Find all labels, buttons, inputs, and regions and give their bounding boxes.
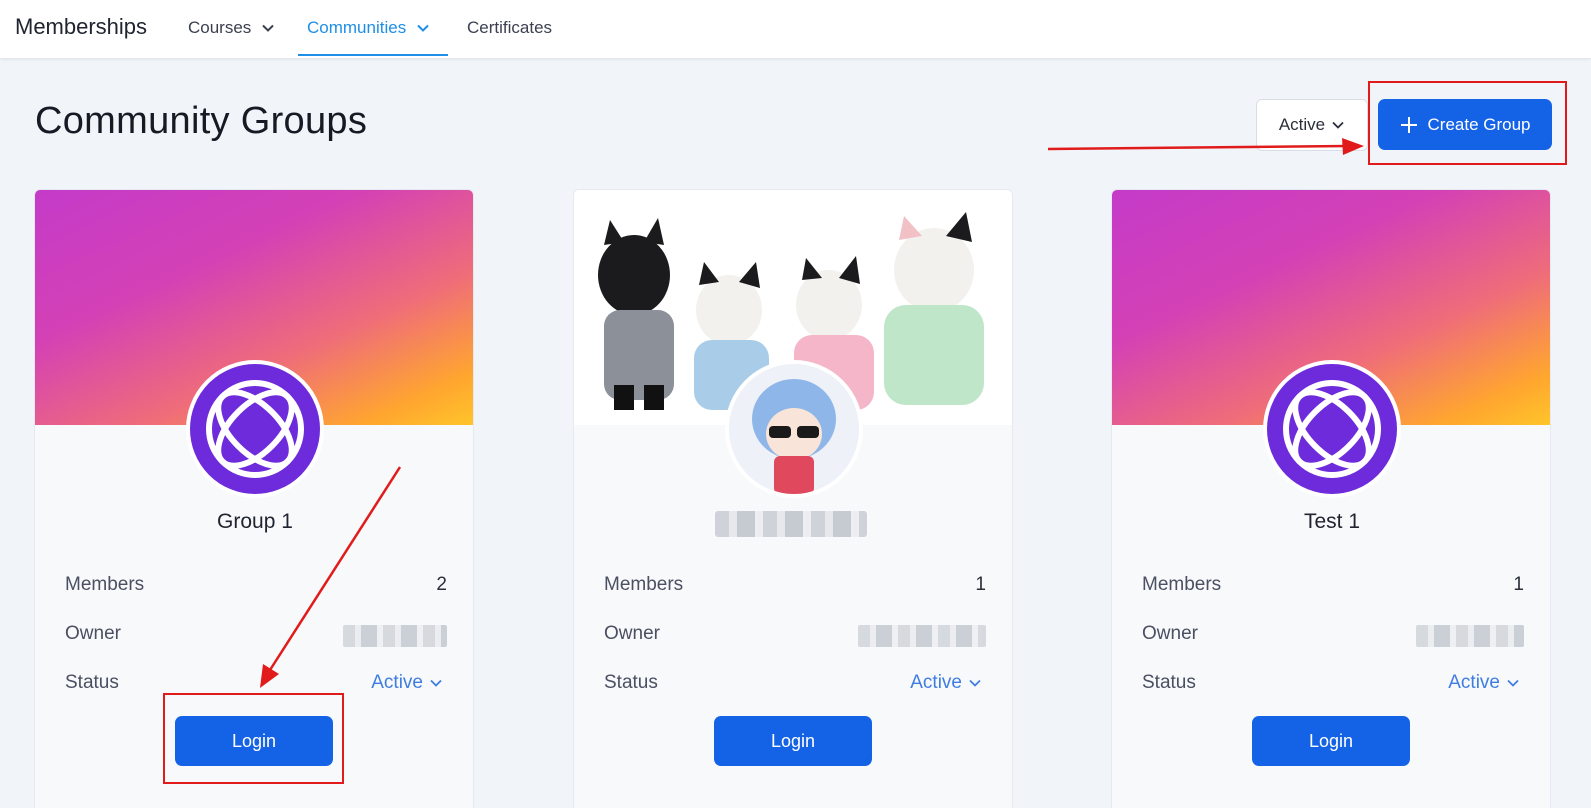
- status-row: Status Active: [604, 672, 986, 694]
- chevron-down-icon: [1507, 679, 1519, 687]
- group-name: Test 1: [1303, 510, 1361, 533]
- members-row: Members 1: [604, 574, 986, 596]
- group-avatar: [186, 360, 324, 498]
- chevron-down-icon: [262, 24, 275, 32]
- members-count: 1: [1513, 574, 1524, 595]
- members-row: Members 2: [65, 574, 447, 596]
- nav-certificates[interactable]: Certificates: [467, 18, 552, 38]
- group-avatar: [1263, 360, 1401, 498]
- status-dropdown[interactable]: Active: [371, 672, 443, 694]
- owner-row: Owner: [604, 623, 986, 647]
- status-value: Active: [371, 672, 423, 693]
- status-label: Status: [1142, 672, 1196, 693]
- owner-name-redacted: [858, 625, 986, 647]
- chevron-down-icon: [1332, 121, 1344, 129]
- orbit-logo-icon: [1270, 367, 1394, 491]
- nav-communities-label: Communities: [307, 18, 407, 37]
- status-value: Active: [1448, 672, 1500, 693]
- status-value: Active: [910, 672, 962, 693]
- anime-character-avatar-icon: [729, 364, 859, 494]
- chevron-down-icon: [969, 679, 981, 687]
- nav-courses-label: Courses: [188, 18, 252, 37]
- owner-label: Owner: [65, 623, 121, 644]
- group-avatar: [725, 360, 863, 498]
- status-row: Status Active: [1142, 672, 1524, 694]
- login-button[interactable]: Login: [1252, 716, 1410, 766]
- owner-name-redacted: [343, 625, 447, 647]
- status-label: Status: [604, 672, 658, 693]
- group-name-redacted: [715, 511, 867, 537]
- owner-name-redacted: [1416, 625, 1524, 647]
- top-nav: Memberships Courses Communities Certific…: [0, 0, 1591, 59]
- owner-label: Owner: [1142, 623, 1198, 644]
- annotation-highlight-login: [163, 693, 344, 784]
- nav-certificates-label: Certificates: [467, 18, 553, 37]
- status-filter-label: Active: [1278, 115, 1326, 134]
- annotation-highlight-create: [1368, 81, 1567, 165]
- members-row: Members 1: [1142, 574, 1524, 596]
- status-label: Status: [65, 672, 119, 693]
- status-filter-dropdown[interactable]: Active: [1256, 99, 1368, 151]
- group-card: Test 1 Members 1 Owner Status Active Log…: [1111, 189, 1551, 808]
- members-count: 2: [436, 574, 447, 595]
- nav-communities[interactable]: Communities: [307, 18, 430, 38]
- members-label: Members: [604, 574, 684, 595]
- chevron-down-icon: [417, 24, 429, 32]
- owner-row: Owner: [65, 623, 447, 647]
- owner-label: Owner: [604, 623, 660, 644]
- page-title: Community Groups: [35, 100, 368, 142]
- orbit-logo-icon: [193, 367, 317, 491]
- status-dropdown[interactable]: Active: [910, 672, 982, 694]
- status-dropdown[interactable]: Active: [1448, 672, 1520, 694]
- active-tab-indicator: [298, 54, 448, 56]
- login-button[interactable]: Login: [714, 716, 872, 766]
- brand-title[interactable]: Memberships: [15, 14, 147, 40]
- members-label: Members: [1142, 574, 1222, 595]
- group-name: Group 1: [217, 510, 293, 533]
- owner-row: Owner: [1142, 623, 1524, 647]
- status-row: Status Active: [65, 672, 447, 694]
- members-label: Members: [65, 574, 145, 595]
- chevron-down-icon: [430, 679, 442, 687]
- nav-courses[interactable]: Courses: [188, 18, 275, 38]
- members-count: 1: [975, 574, 986, 595]
- group-card: Members 1 Owner Status Active Login: [573, 189, 1013, 808]
